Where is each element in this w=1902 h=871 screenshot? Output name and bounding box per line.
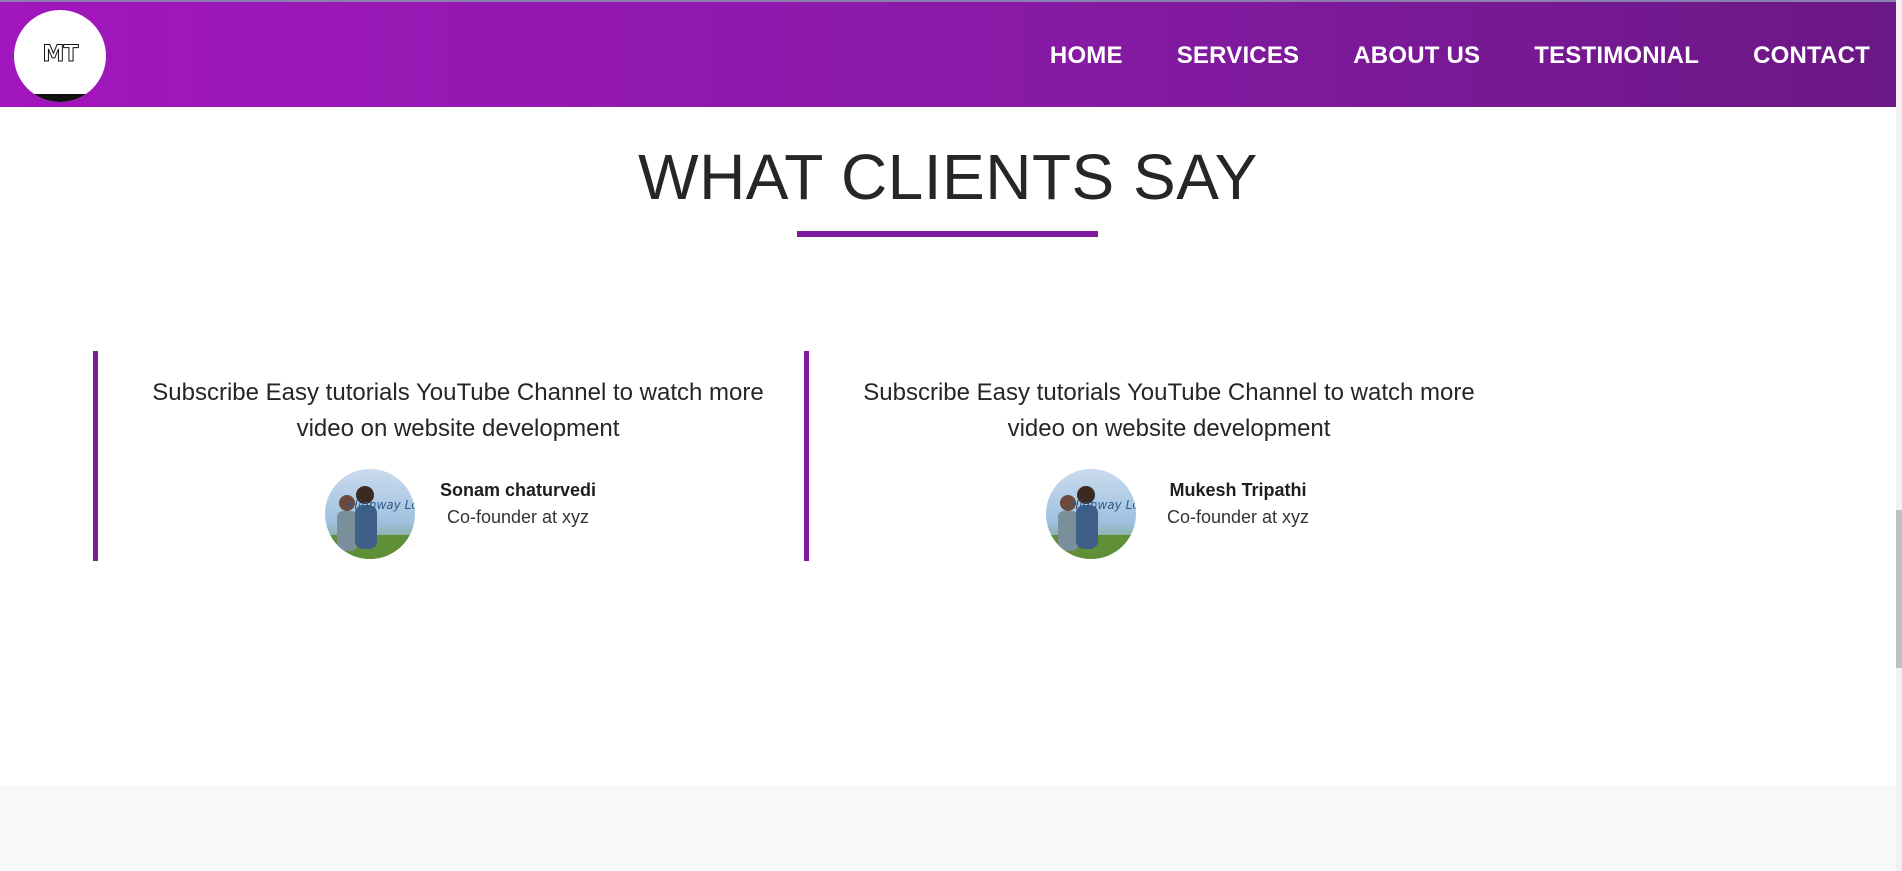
- section-title: WHAT CLIENTS SAY: [638, 141, 1258, 213]
- navbar: MT HOME SERVICES ABOUT US TESTIMONIAL CO…: [0, 0, 1896, 107]
- testimonial-author: Highway Love Sonam chaturvedi Co-founder…: [98, 469, 787, 561]
- main-nav: HOME SERVICES ABOUT US TESTIMONIAL CONTA…: [996, 2, 1870, 109]
- next-section-band: [0, 785, 1896, 871]
- avatar-image-icon: Highway Love: [1046, 469, 1136, 559]
- author-avatar: Highway Love: [1046, 469, 1136, 559]
- testimonial-quote: Subscribe Easy tutorials YouTube Channel…: [152, 379, 764, 442]
- author-name: Mukesh Tripathi: [1169, 480, 1307, 500]
- testimonial-card: Subscribe Easy tutorials YouTube Channel…: [804, 351, 1498, 561]
- nav-link-services[interactable]: SERVICES: [1177, 42, 1300, 70]
- svg-text:Highway Love: Highway Love: [349, 498, 415, 512]
- nav-link-testimonial[interactable]: TESTIMONIAL: [1534, 42, 1699, 70]
- testimonial-quote: Subscribe Easy tutorials YouTube Channel…: [863, 379, 1475, 442]
- author-name: Sonam chaturvedi: [439, 480, 597, 500]
- nav-link-about-us[interactable]: ABOUT US: [1353, 42, 1480, 70]
- site-logo[interactable]: MT: [14, 10, 106, 102]
- page: MT HOME SERVICES ABOUT US TESTIMONIAL CO…: [0, 0, 1902, 871]
- avatar-image-icon: Highway Love: [325, 469, 415, 559]
- scrollbar-thumb[interactable]: [1896, 510, 1902, 668]
- svg-text:Highway Love: Highway Love: [1070, 498, 1136, 512]
- nav-link-contact[interactable]: CONTACT: [1753, 42, 1870, 70]
- testimonial-card: Subscribe Easy tutorials YouTube Channel…: [93, 351, 787, 561]
- author-role: Co-founder at xyz: [1166, 507, 1310, 527]
- author-info: Sonam chaturvedi Co-founder at xyz: [428, 477, 608, 531]
- logo-underbar: [14, 94, 106, 102]
- author-avatar: Highway Love: [325, 469, 415, 559]
- author-info: Mukesh Tripathi Co-founder at xyz: [1148, 477, 1328, 531]
- nav-link-home[interactable]: HOME: [1050, 42, 1123, 70]
- title-underline: [797, 231, 1098, 237]
- testimonial-author: Highway Love Mukesh Tripathi Co-founder …: [809, 469, 1498, 561]
- page-scrollbar[interactable]: [1896, 0, 1902, 871]
- author-role: Co-founder at xyz: [446, 507, 590, 527]
- logo-text: MT: [42, 42, 79, 68]
